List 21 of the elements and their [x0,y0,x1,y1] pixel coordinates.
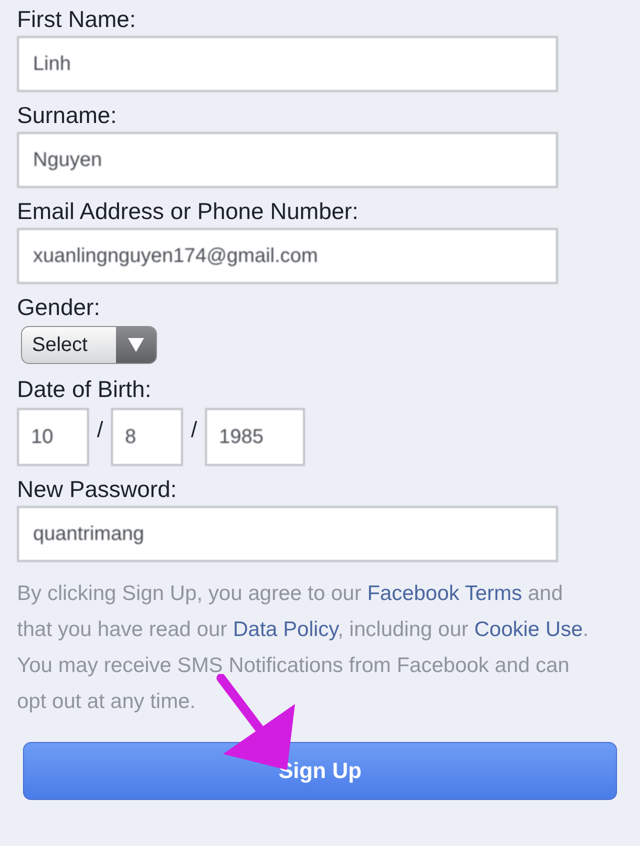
date-field[interactable]: 10 [17,408,89,466]
field-label: Date of Birth: [17,375,152,404]
caret-icon [127,337,145,353]
terms-text: By clicking Sign Up, you agree to our Facebook Terms and that you have read our Data Policy, including our Cookie Use. You may receive SMS Notifications from Facebook and can opt out at any time. [17,581,590,715]
text-field[interactable]: Linh [17,36,558,92]
field-label: Gender: [17,293,102,322]
field-label: Surname: [17,101,118,130]
text-field[interactable]: Nguyen [17,132,558,188]
date-separator: / [190,417,198,443]
date-field[interactable]: 8 [111,408,183,466]
terms-link[interactable]: Facebook Terms [367,582,522,605]
terms-link[interactable]: Data Policy [232,618,338,641]
field-label: New Password: [17,475,178,504]
text-field[interactable]: quantrimang [17,506,558,562]
terms-link[interactable]: Cookie Use [474,618,583,641]
date-separator: / [96,417,104,443]
date-field[interactable]: 1985 [205,408,305,466]
text-field[interactable]: xuanlingnguyen174@gmail.com [17,228,558,284]
field-label: Email Address or Phone Number: [17,197,360,226]
gender-dropdown[interactable]: Select [21,326,157,364]
field-label: First Name: [17,5,137,34]
